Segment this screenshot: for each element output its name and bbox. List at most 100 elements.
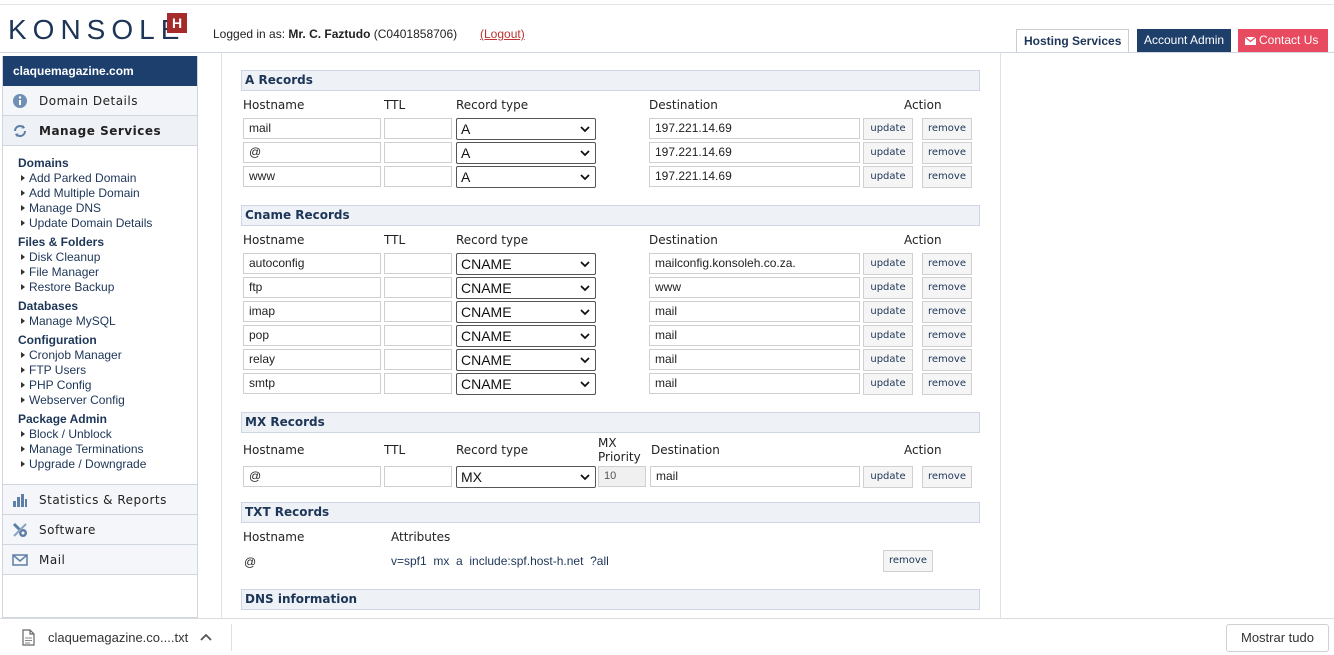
hostname-input[interactable]: smtp xyxy=(243,373,381,394)
record-type-select[interactable]: CNAME xyxy=(456,373,596,395)
menu-manage-dns[interactable]: Manage DNS xyxy=(18,201,197,216)
update-button[interactable]: update xyxy=(863,373,913,395)
update-button[interactable]: update xyxy=(863,118,913,140)
menu-update-domain-details[interactable]: Update Domain Details xyxy=(18,216,197,231)
menu-manage-mysql[interactable]: Manage MySQL xyxy=(18,314,197,329)
col-ttl: TTL xyxy=(384,233,406,247)
ttl-input[interactable] xyxy=(384,166,452,187)
sidebar-item-manage-services[interactable]: Manage Services xyxy=(3,116,197,146)
ttl-input[interactable] xyxy=(384,466,452,487)
remove-button[interactable]: remove xyxy=(922,142,972,164)
update-button[interactable]: update xyxy=(863,142,913,164)
destination-input[interactable]: mail xyxy=(650,466,860,487)
ttl-input[interactable] xyxy=(384,373,452,394)
destination-input[interactable]: 197.221.14.69 xyxy=(649,118,860,139)
record-type-select[interactable]: MX xyxy=(456,466,596,488)
remove-button[interactable]: remove xyxy=(922,253,972,275)
update-button[interactable]: update xyxy=(863,166,913,188)
hostname-input[interactable]: www xyxy=(243,166,381,187)
chevron-down-icon xyxy=(580,261,590,268)
mail-icon xyxy=(12,554,28,566)
destination-input[interactable]: www xyxy=(649,277,860,298)
ttl-input[interactable] xyxy=(384,349,452,370)
hostname-input[interactable]: imap xyxy=(243,301,381,322)
hostname-input[interactable]: autoconfig xyxy=(243,253,381,274)
remove-button[interactable]: remove xyxy=(922,349,972,371)
update-button[interactable]: update xyxy=(863,466,913,488)
ttl-input[interactable] xyxy=(384,142,452,163)
menu-restore-backup[interactable]: Restore Backup xyxy=(18,280,197,295)
menu-add-multiple-domain[interactable]: Add Multiple Domain xyxy=(18,186,197,201)
menu-file-manager[interactable]: File Manager xyxy=(18,265,197,280)
show-all-button[interactable]: Mostrar tudo xyxy=(1226,624,1329,652)
mx-priority-input[interactable]: 10 xyxy=(598,466,646,487)
menu-ftp-users[interactable]: FTP Users xyxy=(18,363,197,378)
tab-account-admin[interactable]: Account Admin xyxy=(1137,29,1232,52)
update-button[interactable]: update xyxy=(863,277,913,299)
menu-block-unblock[interactable]: Block / Unblock xyxy=(18,427,197,442)
col-hostname: Hostname xyxy=(243,233,305,247)
download-file-name[interactable]: claquemagazine.co....txt xyxy=(48,630,188,645)
menu-upgrade-downgrade[interactable]: Upgrade / Downgrade xyxy=(18,457,197,472)
hostname-input[interactable]: relay xyxy=(243,349,381,370)
hostname-input[interactable]: pop xyxy=(243,325,381,346)
remove-button[interactable]: remove xyxy=(922,325,972,347)
record-type-select[interactable]: CNAME xyxy=(456,253,596,275)
hostname-input[interactable]: ftp xyxy=(243,277,381,298)
destination-input[interactable]: mail xyxy=(649,349,860,370)
record-type-select[interactable]: CNAME xyxy=(456,301,596,323)
sidebar-item-statistics[interactable]: Statistics & Reports xyxy=(3,485,197,515)
tab-contact-us[interactable]: Contact Us xyxy=(1238,29,1328,52)
destination-input[interactable]: 197.221.14.69 xyxy=(649,166,860,187)
tab-hosting-services[interactable]: Hosting Services xyxy=(1016,29,1130,53)
ttl-input[interactable] xyxy=(384,277,452,298)
remove-button[interactable]: remove xyxy=(922,166,972,188)
record-type-select[interactable]: A xyxy=(456,142,596,164)
update-button[interactable]: update xyxy=(863,301,913,323)
chevron-up-icon[interactable] xyxy=(199,632,213,642)
record-type-select[interactable]: A xyxy=(456,166,596,188)
col-ttl: TTL xyxy=(384,443,406,457)
update-button[interactable]: update xyxy=(863,253,913,275)
remove-button[interactable]: remove xyxy=(922,301,972,323)
sidebar-item-software[interactable]: Software xyxy=(3,515,197,545)
group-configuration: Configuration xyxy=(18,333,97,347)
remove-button[interactable]: remove xyxy=(922,118,972,140)
destination-input[interactable]: 197.221.14.69 xyxy=(649,142,860,163)
bar-chart-icon xyxy=(13,494,27,507)
col-record-type: Record type xyxy=(456,233,529,247)
ttl-input[interactable] xyxy=(384,253,452,274)
sidebar-item-domain-details[interactable]: Domain Details xyxy=(3,86,197,116)
logout-link[interactable]: (Logout) xyxy=(480,27,525,41)
menu-disk-cleanup[interactable]: Disk Cleanup xyxy=(18,250,197,265)
record-type-select[interactable]: CNAME xyxy=(456,277,596,299)
sidebar-item-mail[interactable]: Mail xyxy=(3,545,197,575)
hostname-input[interactable]: mail xyxy=(243,118,381,139)
update-button[interactable]: update xyxy=(863,325,913,347)
destination-input[interactable]: mail xyxy=(649,325,860,346)
record-type-select[interactable]: A xyxy=(456,118,596,140)
destination-input[interactable]: mail xyxy=(649,373,860,394)
destination-input[interactable]: mailconfig.konsoleh.co.za. xyxy=(649,253,860,274)
record-type-select[interactable]: CNAME xyxy=(456,325,596,347)
menu-php-config[interactable]: PHP Config xyxy=(18,378,197,393)
menu-cronjob-manager[interactable]: Cronjob Manager xyxy=(18,348,197,363)
menu-manage-terminations[interactable]: Manage Terminations xyxy=(18,442,197,457)
ttl-input[interactable] xyxy=(384,325,452,346)
ttl-input[interactable] xyxy=(384,301,452,322)
user-name: Mr. C. Faztudo xyxy=(288,27,371,41)
hostname-input[interactable]: @ xyxy=(243,466,381,487)
record-type-select[interactable]: CNAME xyxy=(456,349,596,371)
remove-button[interactable]: remove xyxy=(922,373,972,395)
remove-button[interactable]: remove xyxy=(883,550,933,572)
remove-button[interactable]: remove xyxy=(922,466,972,488)
remove-button[interactable]: remove xyxy=(922,277,972,299)
menu-webserver-config[interactable]: Webserver Config xyxy=(18,393,197,408)
mx-priority-label-1: MX xyxy=(598,436,617,450)
hostname-input[interactable]: @ xyxy=(243,142,381,163)
destination-input[interactable]: mail xyxy=(649,301,860,322)
menu-add-parked-domain[interactable]: Add Parked Domain xyxy=(18,171,197,186)
ttl-input[interactable] xyxy=(384,118,452,139)
col-hostname: Hostname xyxy=(243,530,305,544)
update-button[interactable]: update xyxy=(863,349,913,371)
